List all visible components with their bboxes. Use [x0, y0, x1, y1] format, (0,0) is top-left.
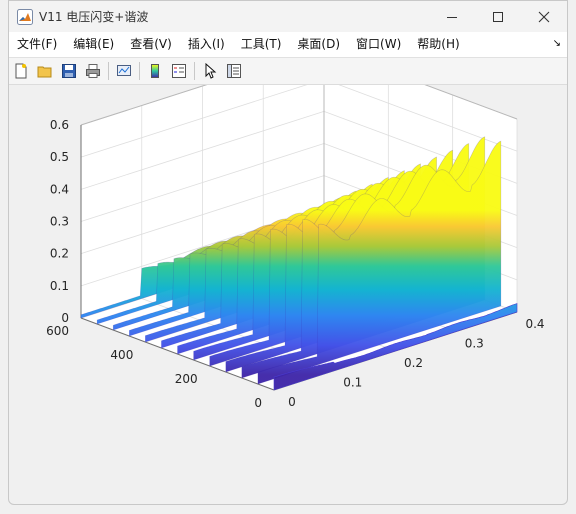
- property-inspector-button[interactable]: [224, 61, 244, 81]
- x-tick-label: 0.1: [343, 376, 362, 390]
- link-plot-icon: [117, 65, 131, 76]
- insert-legend-icon: [172, 64, 186, 78]
- insert-colorbar-button[interactable]: [145, 61, 165, 81]
- new-figure-button[interactable]: [11, 61, 31, 81]
- insert-colorbar-icon: [151, 64, 159, 78]
- y-tick-label: 200: [175, 372, 198, 386]
- save-button[interactable]: [59, 61, 79, 81]
- y-tick-label: 400: [110, 348, 133, 362]
- menu-desktop[interactable]: 桌面(D): [289, 32, 348, 57]
- z-tick-label: 0.1: [50, 279, 69, 293]
- menu-edit[interactable]: 编辑(E): [65, 32, 122, 57]
- menu-help[interactable]: 帮助(H): [409, 32, 467, 57]
- x-tick-label: 0.3: [465, 337, 484, 351]
- plot-canvas[interactable]: 0 0.1 0.2 0.3 0.4 0.5 0.6 0 0.1 0.2 0.3 0.4 0 200 400 6…: [9, 46, 567, 504]
- x-tick-label: 0.2: [404, 356, 423, 370]
- edit-plot-button[interactable]: [200, 61, 220, 81]
- x-tick-label: 0: [288, 395, 296, 409]
- z-tick-label: 0.2: [50, 247, 69, 261]
- menu-file[interactable]: 文件(F): [9, 32, 65, 57]
- menu-window[interactable]: 窗口(W): [348, 32, 409, 57]
- toolbar-separator: [139, 62, 140, 80]
- title-bar[interactable]: V11 电压闪变+谐波: [9, 1, 567, 32]
- open-file-button[interactable]: [35, 61, 55, 81]
- edit-plot-icon: [205, 63, 217, 79]
- menu-insert[interactable]: 插入(I): [180, 32, 233, 57]
- maximize-button[interactable]: [475, 1, 521, 32]
- z-tick-label: 0: [61, 311, 69, 325]
- toolbar-separator: [108, 62, 109, 80]
- window-title: V11 电压闪变+谐波: [39, 10, 149, 24]
- minimize-icon: [447, 16, 457, 18]
- menu-view[interactable]: 查看(V): [122, 32, 180, 57]
- figure-toolbar: [9, 58, 567, 85]
- open-file-icon: [37, 66, 52, 78]
- close-button[interactable]: [521, 1, 567, 32]
- menu-bar: 文件(F) 编辑(E) 查看(V) 插入(I) 工具(T) 桌面(D) 窗口(W…: [9, 32, 567, 58]
- figure-window: V11 电压闪变+谐波 文件(F) 编辑(E) 查看(V) 插入(I) 工具(T…: [8, 0, 568, 505]
- z-tick-label: 0.4: [50, 182, 69, 196]
- x-tick-label: 0.4: [525, 317, 544, 331]
- matlab-icon: [17, 8, 33, 25]
- y-tick-label: 0: [254, 396, 262, 410]
- save-icon: [62, 64, 76, 78]
- z-tick-label: 0.3: [50, 215, 69, 229]
- print-button[interactable]: [83, 61, 103, 81]
- minimize-button[interactable]: [429, 1, 475, 32]
- dock-arrow-icon[interactable]: ↘: [553, 38, 561, 49]
- toolbar-separator: [194, 62, 195, 80]
- insert-legend-button[interactable]: [169, 61, 189, 81]
- new-figure-icon: [15, 63, 27, 79]
- surface-plot: 0 0.1 0.2 0.3 0.4 0.5 0.6 0 0.1 0.2 0.3 0.4 0 200 400 6…: [46, 46, 545, 410]
- z-tick-label: 0.5: [50, 150, 69, 164]
- menu-tools[interactable]: 工具(T): [233, 32, 290, 57]
- print-icon: [86, 64, 100, 78]
- property-inspector-icon: [227, 64, 241, 78]
- z-tick-label: 0.6: [50, 118, 69, 132]
- y-tick-label: 600: [46, 324, 69, 338]
- close-icon: [538, 11, 550, 22]
- maximize-icon: [493, 11, 503, 22]
- link-plot-button[interactable]: [114, 61, 134, 81]
